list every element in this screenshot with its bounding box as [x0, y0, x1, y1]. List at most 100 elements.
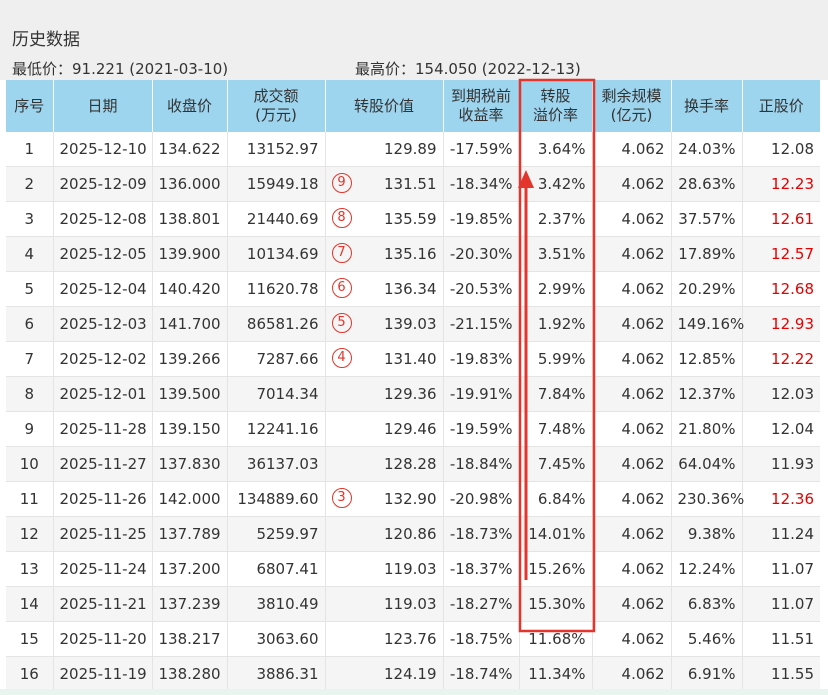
table-body: 1 2025-12-10 134.622 13152.97 129.89 -17.59% 3… [6, 132, 820, 692]
cell-turnover: 6.83% [671, 586, 743, 622]
header-premium[interactable]: 转股 溢价率 [519, 80, 593, 132]
header-conv-value[interactable]: 转股价值 [325, 80, 444, 132]
header-amount[interactable]: 成交额 (万元) [227, 80, 326, 132]
cell-amount: 6807.41 [227, 551, 326, 587]
cell-close: 137.830 [152, 446, 228, 482]
cell-stock-price: 12.08 [742, 132, 820, 167]
table-row[interactable]: 8 2025-12-01 139.500 7014.34 129.36 -19.91% 7.… [6, 376, 820, 412]
cell-premium: 3.64% [519, 132, 593, 167]
header-ytm[interactable]: 到期税前 收益率 [443, 80, 520, 132]
cell-remaining: 4.062 [592, 341, 672, 377]
table-row[interactable]: 7 2025-12-02 139.266 7287.66 131.40 4 -19.83% 5… [6, 341, 820, 377]
cell-turnover: 17.89% [671, 236, 743, 272]
table-row[interactable]: 14 2025-11-21 137.239 3810.49 119.03 -18.27% 1… [6, 586, 820, 622]
table-row[interactable]: 9 2025-11-28 139.150 12241.16 129.46 -19.59% 7… [6, 411, 820, 447]
cell-ytm: -19.91% [443, 376, 520, 412]
cell-ytm: -18.74% [443, 656, 520, 692]
cell-ytm: -20.53% [443, 271, 520, 307]
table-row[interactable]: 3 2025-12-08 138.801 21440.69 135.59 8 -19.85%… [6, 201, 820, 237]
cell-premium: 2.37% [519, 201, 593, 237]
table-row[interactable]: 5 2025-12-04 140.420 11620.78 136.34 6 -20.53%… [6, 271, 820, 307]
cell-premium: 1.92% [519, 306, 593, 342]
cell-premium: 14.01% [519, 516, 593, 552]
cell-remaining: 4.062 [592, 306, 672, 342]
table-row[interactable]: 11 2025-11-26 142.000 134889.60 132.90 3 -20.9… [6, 481, 820, 517]
table-row[interactable]: 6 2025-12-03 141.700 86581.26 139.03 5 -21.15%… [6, 306, 820, 342]
cell-close: 140.420 [152, 271, 228, 307]
cell-amount: 134889.60 [227, 481, 326, 517]
cell-close: 136.000 [152, 166, 228, 202]
low-price-label: 最低价：91.221 (2021-03-10) [12, 60, 229, 78]
table-row[interactable]: 16 2025-11-19 138.280 3886.31 124.19 -18.74% 1… [6, 656, 820, 692]
cell-stock-price: 11.55 [742, 656, 820, 692]
cell-close: 138.217 [152, 621, 228, 657]
cell-conv-value: 120.86 [325, 516, 444, 552]
cell-conv-value: 135.59 8 [325, 201, 444, 237]
cell-premium: 6.84% [519, 481, 593, 517]
cell-ytm: -19.83% [443, 341, 520, 377]
cell-remaining: 4.062 [592, 586, 672, 622]
cell-seq: 2 [6, 166, 54, 202]
circled-number-mark: 4 [331, 348, 352, 368]
table-row[interactable]: 13 2025-11-24 137.200 6807.41 119.03 -18.37% 1… [6, 551, 820, 587]
cell-remaining: 4.062 [592, 656, 672, 692]
table-row[interactable]: 10 2025-11-27 137.830 36137.03 128.28 -18.84%… [6, 446, 820, 482]
cell-amount: 36137.03 [227, 446, 326, 482]
history-table: 序号 日期 收盘价 成交额 (万元) 转股价值 到期税前 收益率 转股 溢价率 剩余规… [6, 80, 820, 692]
cell-remaining: 4.062 [592, 621, 672, 657]
cell-stock-price: 12.93 [742, 306, 820, 342]
cell-date: 2025-11-25 [53, 516, 153, 552]
cell-conv-value: 131.51 9 [325, 166, 444, 202]
cell-date: 2025-12-10 [53, 132, 153, 167]
circled-number-mark: 3 [331, 488, 352, 508]
cell-close: 137.239 [152, 586, 228, 622]
circled-number-mark: 9 [331, 173, 352, 193]
header-close[interactable]: 收盘价 [152, 80, 228, 132]
table-row[interactable]: 1 2025-12-10 134.622 13152.97 129.89 -17.59% 3… [6, 132, 820, 167]
cell-seq: 9 [6, 411, 54, 447]
cell-ytm: -18.84% [443, 446, 520, 482]
cell-remaining: 4.062 [592, 376, 672, 412]
table-row[interactable]: 12 2025-11-25 137.789 5259.97 120.86 -18.73% 1… [6, 516, 820, 552]
circled-number-mark: 7 [331, 243, 352, 263]
header-date[interactable]: 日期 [53, 80, 153, 132]
cell-close: 138.801 [152, 201, 228, 237]
cell-date: 2025-12-04 [53, 271, 153, 307]
header-turnover[interactable]: 换手率 [671, 80, 743, 132]
cell-conv-value: 128.28 [325, 446, 444, 482]
cell-close: 134.622 [152, 132, 228, 167]
cell-close: 137.789 [152, 516, 228, 552]
cell-date: 2025-11-26 [53, 481, 153, 517]
table-row[interactable]: 2 2025-12-09 136.000 15949.18 131.51 9 -18.34%… [6, 166, 820, 202]
cell-premium: 15.30% [519, 586, 593, 622]
cell-premium: 5.99% [519, 341, 593, 377]
table-row[interactable]: 15 2025-11-20 138.217 3063.60 123.76 -18.75% 1… [6, 621, 820, 657]
cell-amount: 13152.97 [227, 132, 326, 167]
cell-stock-price: 12.23 [742, 166, 820, 202]
header-stock-price[interactable]: 正股价 [742, 80, 820, 132]
cell-seq: 16 [6, 656, 54, 692]
bottom-strip [0, 689, 828, 695]
cell-remaining: 4.062 [592, 481, 672, 517]
cell-seq: 6 [6, 306, 54, 342]
cell-date: 2025-11-24 [53, 551, 153, 587]
cell-turnover: 12.85% [671, 341, 743, 377]
cell-conv-value: 136.34 6 [325, 271, 444, 307]
cell-turnover: 12.24% [671, 551, 743, 587]
cell-ytm: -19.59% [443, 411, 520, 447]
header-seq[interactable]: 序号 [6, 80, 54, 132]
cell-amount: 21440.69 [227, 201, 326, 237]
cell-remaining: 4.062 [592, 446, 672, 482]
cell-turnover: 5.46% [671, 621, 743, 657]
table-row[interactable]: 4 2025-12-05 139.900 10134.69 135.16 7 -20.30%… [6, 236, 820, 272]
cell-date: 2025-11-27 [53, 446, 153, 482]
cell-premium: 3.51% [519, 236, 593, 272]
cell-stock-price: 12.57 [742, 236, 820, 272]
header-remaining[interactable]: 剩余规模 (亿元) [592, 80, 672, 132]
cell-close: 139.500 [152, 376, 228, 412]
cell-close: 139.266 [152, 341, 228, 377]
cell-conv-value: 131.40 4 [325, 341, 444, 377]
circled-number-mark: 6 [331, 278, 352, 298]
cell-ytm: -21.15% [443, 306, 520, 342]
cell-date: 2025-11-28 [53, 411, 153, 447]
